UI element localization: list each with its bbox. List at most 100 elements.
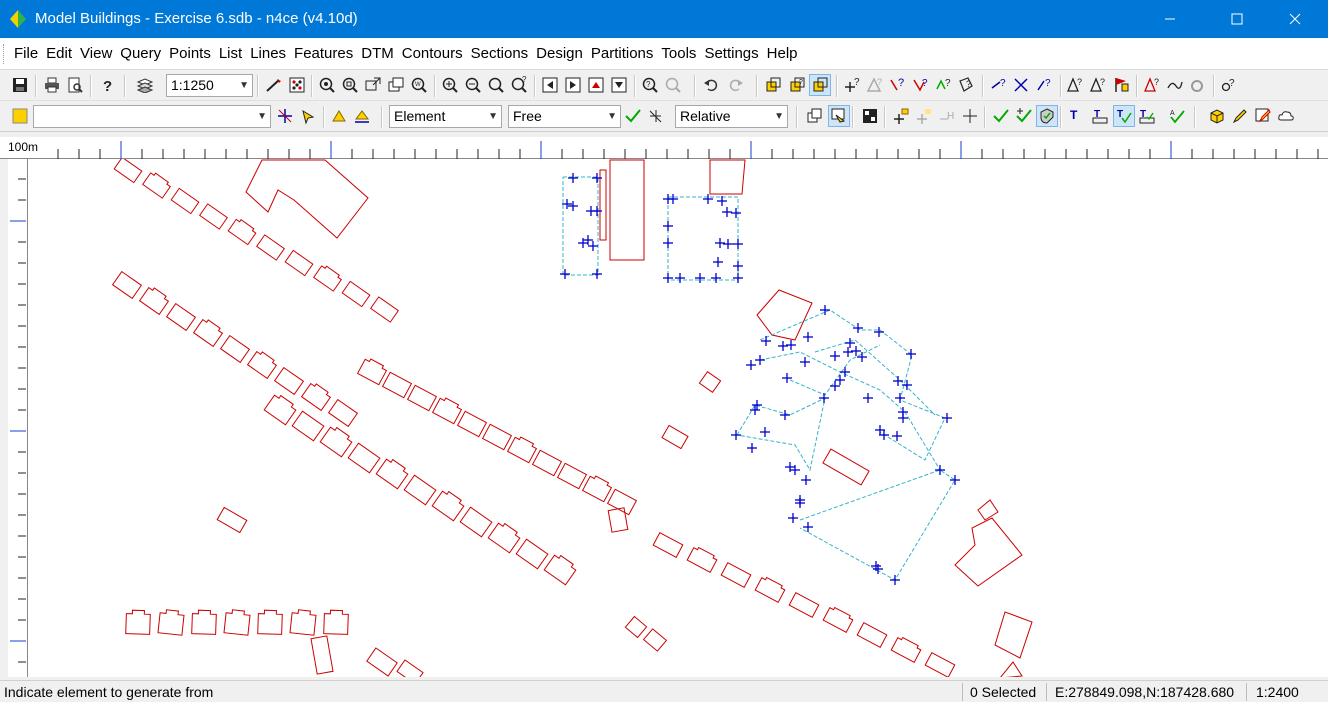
building-outline-13[interactable] (194, 320, 223, 347)
building-outline-28[interactable] (583, 476, 612, 502)
survey-point-16[interactable] (731, 208, 741, 218)
building-outline-68[interactable] (610, 160, 644, 260)
building-outline-60[interactable] (625, 617, 646, 638)
maximize-button[interactable] (1214, 0, 1260, 38)
building-outline-65[interactable] (823, 449, 869, 485)
nav-down-button[interactable] (608, 74, 630, 96)
survey-point-22[interactable] (713, 257, 723, 267)
building-outline-18[interactable] (329, 400, 358, 427)
survey-point-40[interactable] (830, 351, 840, 361)
building-outline-42[interactable] (687, 548, 717, 573)
menu-design[interactable]: Design (532, 38, 587, 70)
close-button[interactable] (1272, 0, 1318, 38)
nav-up-button[interactable] (585, 74, 607, 96)
building-outline-73[interactable] (995, 612, 1032, 658)
zoom-previous-button[interactable] (385, 74, 407, 96)
survey-point-21[interactable] (733, 239, 743, 249)
text-check-button[interactable]: T (1113, 105, 1135, 127)
building-outline-72[interactable] (955, 518, 1022, 586)
zoom-pan-button[interactable] (362, 74, 384, 96)
building-outline-27[interactable] (558, 463, 587, 488)
building-outline-74[interactable] (978, 500, 998, 520)
building-outline-56[interactable] (324, 610, 349, 634)
building-outline-57[interactable] (367, 648, 397, 676)
survey-point-77[interactable] (890, 575, 900, 585)
raise-button[interactable] (328, 105, 350, 127)
survey-point-36[interactable] (761, 336, 771, 346)
survey-point-35[interactable] (778, 341, 788, 351)
survey-point-52[interactable] (863, 393, 873, 403)
building-outline-15[interactable] (248, 352, 277, 379)
menu-view[interactable]: View (76, 38, 116, 70)
building-outline-59[interactable] (311, 636, 333, 674)
building-outline-38[interactable] (488, 523, 520, 553)
building-outline-4[interactable] (228, 219, 256, 244)
section-query-button[interactable] (1187, 74, 1209, 96)
accept-filter-button[interactable] (1036, 105, 1058, 127)
layer-color-button[interactable] (9, 105, 31, 127)
building-outline-3[interactable] (200, 204, 228, 229)
building-outline-31[interactable] (292, 411, 324, 441)
survey-point-45[interactable] (840, 367, 850, 377)
zoom-out-button[interactable] (462, 74, 484, 96)
menu-contours[interactable]: Contours (398, 38, 467, 70)
points-display-button[interactable] (286, 74, 308, 96)
accept-plus-button[interactable] (1013, 105, 1035, 127)
survey-point-26[interactable] (711, 273, 721, 283)
building-outline-48[interactable] (891, 638, 921, 663)
survey-point-37[interactable] (755, 355, 765, 365)
menu-partitions[interactable]: Partitions (587, 38, 658, 70)
building-outline-32[interactable] (320, 427, 352, 457)
building-outline-54[interactable] (258, 610, 283, 634)
building-outline-47[interactable] (857, 623, 887, 648)
survey-point-60[interactable] (752, 400, 762, 410)
building-outline-19[interactable] (358, 359, 387, 385)
building-outline-11[interactable] (140, 288, 169, 315)
survey-point-62[interactable] (780, 410, 790, 420)
help-button[interactable]: ? (96, 74, 118, 96)
building-outline-35[interactable] (404, 475, 436, 505)
building-outline-23[interactable] (458, 411, 487, 436)
building-outline-40[interactable] (544, 555, 576, 585)
menu-tools[interactable]: Tools (657, 38, 700, 70)
building-outline-52[interactable] (192, 610, 217, 634)
survey-point-28[interactable] (733, 261, 743, 271)
survey-point-47[interactable] (830, 381, 840, 391)
survey-point-27[interactable] (733, 273, 743, 283)
survey-line-7[interactable] (815, 340, 935, 415)
building-outline-64[interactable] (699, 372, 720, 393)
survey-point-31[interactable] (874, 327, 884, 337)
lower-button[interactable] (351, 105, 373, 127)
nav-right-button[interactable] (562, 74, 584, 96)
building-outline-55[interactable] (290, 610, 316, 635)
zoom-window-button[interactable] (339, 74, 361, 96)
bearing-query-button[interactable]: ? (1034, 74, 1056, 96)
mode-select[interactable]: Element ▼ (389, 105, 502, 128)
nav-left-button[interactable] (539, 74, 561, 96)
minimize-button[interactable] (1147, 0, 1193, 38)
survey-point-18[interactable] (663, 238, 673, 248)
undo-button[interactable] (700, 74, 722, 96)
menu-settings[interactable]: Settings (700, 38, 762, 70)
survey-point-0[interactable] (568, 173, 578, 183)
survey-point-3[interactable] (568, 201, 578, 211)
building-outline-39[interactable] (516, 539, 548, 569)
zoom-extents-button[interactable] (316, 74, 338, 96)
snap-options-button[interactable] (645, 105, 667, 127)
survey-point-17[interactable] (663, 221, 673, 231)
menu-sections[interactable]: Sections (467, 38, 533, 70)
copy-element-button[interactable] (804, 105, 826, 127)
building-outline-44[interactable] (755, 578, 785, 603)
symbol-query-button[interactable] (1110, 74, 1132, 96)
survey-point-10[interactable] (592, 269, 602, 279)
survey-point-71[interactable] (788, 513, 798, 523)
survey-point-38[interactable] (746, 360, 756, 370)
building-outline-12[interactable] (167, 304, 196, 331)
survey-point-34[interactable] (786, 340, 796, 350)
survey-line-4[interactable] (760, 310, 945, 460)
survey-point-24[interactable] (675, 273, 685, 283)
building-outline-20[interactable] (383, 372, 412, 397)
building-outline-41[interactable] (653, 533, 683, 558)
redo-button[interactable] (725, 74, 747, 96)
building-outline-37[interactable] (460, 507, 492, 537)
